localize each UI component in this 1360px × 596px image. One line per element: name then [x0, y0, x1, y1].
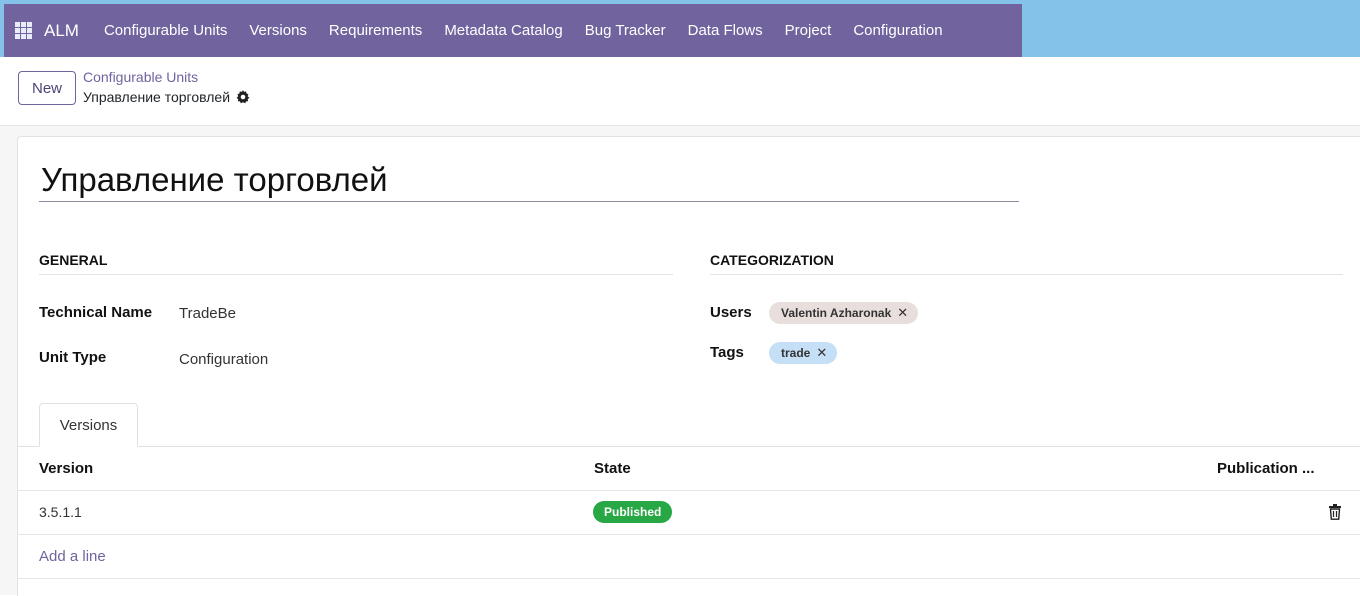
main-menu: ALM Configurable Units Versions Requirem…	[4, 4, 1022, 57]
nav-item-requirements[interactable]: Requirements	[318, 22, 433, 39]
nav-item-versions[interactable]: Versions	[238, 22, 318, 39]
user-tag-label: Valentin Azharonak	[781, 306, 892, 320]
section-general-heading: GENERAL	[39, 252, 673, 275]
control-panel: New Configurable Units Управление торгов…	[0, 57, 1360, 126]
close-icon[interactable]: ✕	[816, 345, 827, 361]
section-categorization-heading: CATEGORIZATION	[710, 252, 1343, 275]
unit-type-label: Unit Type	[39, 349, 107, 366]
row-version-cell[interactable]: 3.5.1.1	[39, 504, 82, 520]
tab-divider	[18, 446, 1360, 447]
breadcrumb-current: Управление торговлей	[83, 89, 250, 105]
user-tag: Valentin Azharonak ✕	[769, 302, 919, 324]
column-header-state[interactable]: State	[594, 460, 631, 477]
tag-chip-label: trade	[781, 346, 811, 360]
nav-item-metadata-catalog[interactable]: Metadata Catalog	[433, 22, 573, 39]
status-badge: Published	[593, 501, 673, 523]
nav-item-bug-tracker[interactable]: Bug Tracker	[574, 22, 677, 39]
top-navbar: ALM Configurable Units Versions Requirem…	[0, 0, 1360, 57]
apps-grid-icon	[14, 22, 32, 39]
tags-label: Tags	[710, 344, 744, 361]
table-bottom-divider	[18, 578, 1360, 579]
nav-item-configurable-units[interactable]: Configurable Units	[93, 22, 238, 39]
column-header-version[interactable]: Version	[39, 460, 93, 477]
record-title-field[interactable]: Управление торговлей	[39, 159, 1019, 202]
header-divider	[18, 490, 1360, 491]
form-sheet: Управление торговлей GENERAL CATEGORIZAT…	[17, 136, 1360, 596]
trash-icon[interactable]	[1328, 504, 1342, 520]
row-divider	[18, 534, 1360, 535]
technical-name-label: Technical Name	[39, 304, 153, 321]
users-label: Users	[710, 304, 752, 321]
breadcrumb-parent-link[interactable]: Configurable Units	[83, 69, 198, 85]
apps-menu-button[interactable]	[4, 4, 42, 57]
unit-type-field[interactable]: Configuration	[179, 351, 268, 368]
nav-item-project[interactable]: Project	[774, 22, 843, 39]
nav-item-data-flows[interactable]: Data Flows	[677, 22, 774, 39]
tag-chip: trade ✕	[769, 342, 838, 364]
new-button[interactable]: New	[18, 71, 76, 105]
nav-item-configuration[interactable]: Configuration	[842, 22, 953, 39]
breadcrumb-current-label: Управление торговлей	[83, 89, 231, 105]
tab-versions[interactable]: Versions	[39, 403, 138, 447]
close-icon[interactable]: ✕	[897, 305, 908, 321]
column-header-publication[interactable]: Publication ...	[1217, 460, 1315, 477]
gear-icon[interactable]	[236, 90, 250, 104]
technical-name-field[interactable]: TradeBe	[179, 305, 236, 322]
add-line-link[interactable]: Add a line	[39, 548, 106, 565]
app-brand[interactable]: ALM	[44, 21, 79, 41]
